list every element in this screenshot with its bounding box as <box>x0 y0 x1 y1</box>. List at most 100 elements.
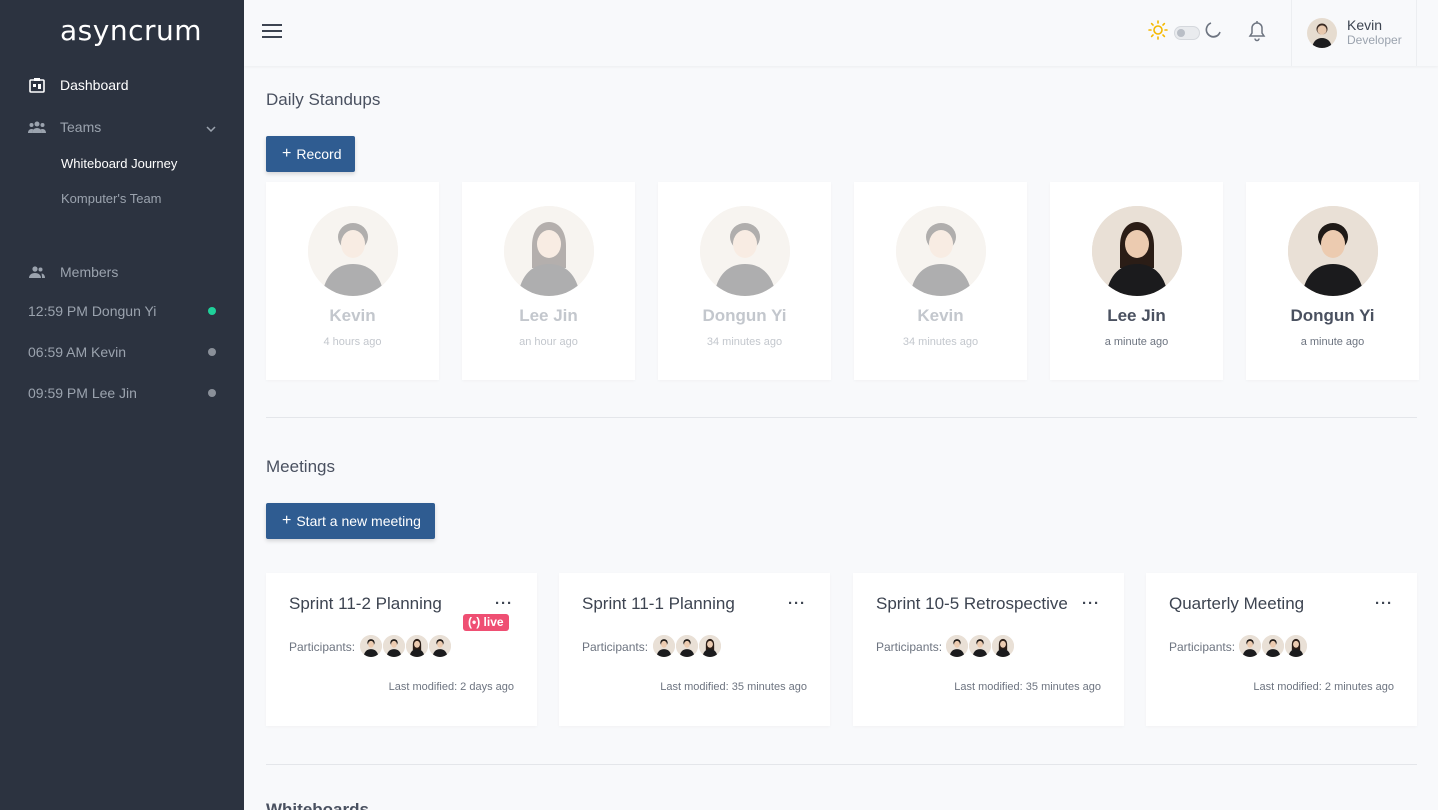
plus-icon: + <box>282 145 292 162</box>
sun-icon <box>1148 20 1168 45</box>
participant-avatar <box>1239 635 1261 657</box>
offline-status-indicator <box>208 389 216 397</box>
standup-author: Dongun Yi <box>702 306 787 325</box>
online-status-indicator <box>208 307 216 315</box>
section-divider <box>266 417 1417 418</box>
user-name: Kevin <box>1347 17 1383 33</box>
team-icon <box>28 118 46 136</box>
sidebar: asyncrum Dashboard Teams Whiteboard Jour… <box>0 0 244 810</box>
sidebar-team-whiteboard-journey[interactable]: Whiteboard Journey <box>61 156 177 171</box>
more-options-icon[interactable]: ··· <box>1375 595 1393 612</box>
user-menu[interactable]: Kevin Developer <box>1291 0 1417 66</box>
participant-avatar <box>429 635 451 657</box>
standup-card[interactable]: Kevin 34 minutes ago <box>854 182 1027 380</box>
meeting-card[interactable]: Quarterly Meeting ··· Participants: Last mo… <box>1146 573 1417 726</box>
avatar <box>896 206 986 296</box>
member-item[interactable]: 12:59 PM Dongun Yi <box>28 303 216 319</box>
standup-time: an hour ago <box>519 336 578 348</box>
participant-avatar <box>1285 635 1307 657</box>
member-label: 09:59 PM Lee Jin <box>28 385 137 401</box>
app-logo[interactable]: asyncrum <box>60 14 202 47</box>
avatar <box>1092 206 1182 296</box>
member-item[interactable]: 09:59 PM Lee Jin <box>28 385 216 401</box>
participants-list <box>653 635 722 657</box>
member-label: 12:59 PM Dongun Yi <box>28 303 157 319</box>
standup-card[interactable]: Lee Jin an hour ago <box>462 182 635 380</box>
broadcast-icon: (•) <box>468 615 484 629</box>
start-meeting-button[interactable]: + Start a new meeting <box>266 503 435 539</box>
record-button[interactable]: + Record <box>266 136 356 172</box>
more-options-icon[interactable]: ··· <box>495 595 513 612</box>
sidebar-team-komputers-team[interactable]: Komputer's Team <box>61 191 162 206</box>
participant-avatar <box>383 635 405 657</box>
participant-avatar <box>969 635 991 657</box>
meeting-title: Sprint 10-5 Retrospective <box>876 594 1068 613</box>
standup-time: 4 hours ago <box>323 336 382 348</box>
standup-time: a minute ago <box>1300 336 1365 348</box>
dashboard-icon <box>28 76 46 94</box>
participants-label: Participants: <box>289 640 356 654</box>
standup-author: Kevin <box>329 306 376 325</box>
sidebar-item-label: Dashboard <box>60 77 129 93</box>
avatar <box>1288 206 1378 296</box>
last-modified: Last modified: 2 minutes ago <box>1253 681 1394 693</box>
meetings-title: Meetings <box>266 457 335 476</box>
plus-icon: + <box>282 512 292 529</box>
participant-avatar <box>1262 635 1284 657</box>
theme-switcher <box>1148 20 1222 45</box>
standup-card[interactable]: Dongun Yi a minute ago <box>1246 182 1419 380</box>
avatar <box>1307 18 1337 48</box>
participants-list <box>360 635 452 657</box>
standup-card[interactable]: Kevin 4 hours ago <box>266 182 439 380</box>
avatar <box>504 206 594 296</box>
avatar <box>700 206 790 296</box>
sidebar-item-label: Teams <box>60 119 102 135</box>
meeting-card[interactable]: Sprint 10-5 Retrospective ··· Participants… <box>853 573 1124 726</box>
member-item[interactable]: 06:59 AM Kevin <box>28 344 216 360</box>
moon-icon <box>1204 21 1222 44</box>
participant-avatar <box>992 635 1014 657</box>
chevron-down-icon[interactable] <box>206 119 216 135</box>
members-icon <box>28 263 46 281</box>
bell-icon[interactable] <box>1247 20 1267 47</box>
last-modified: Last modified: 35 minutes ago <box>660 681 807 693</box>
live-label: live <box>483 615 504 629</box>
last-modified: Last modified: 2 days ago <box>388 681 514 693</box>
participants-label: Participants: <box>582 640 649 654</box>
standup-author: Kevin <box>917 306 964 325</box>
offline-status-indicator <box>208 348 216 356</box>
hamburger-icon[interactable] <box>262 24 282 40</box>
participant-avatar <box>406 635 428 657</box>
record-button-label: Record <box>296 146 342 162</box>
sidebar-item-members[interactable]: Members <box>28 263 118 281</box>
participant-avatar <box>699 635 721 657</box>
avatar <box>308 206 398 296</box>
participant-avatar <box>360 635 382 657</box>
sidebar-item-label: Members <box>60 264 119 280</box>
start-meeting-button-label: Start a new meeting <box>296 513 421 529</box>
sidebar-item-teams[interactable]: Teams <box>28 118 216 136</box>
standup-time: a minute ago <box>1104 336 1169 348</box>
more-options-icon[interactable]: ··· <box>788 595 806 612</box>
topbar: Kevin Developer <box>244 0 1438 66</box>
participants-label: Participants: <box>876 640 943 654</box>
section-divider <box>266 764 1417 765</box>
meeting-card[interactable]: Sprint 11-1 Planning ··· Participants: Last… <box>559 573 830 726</box>
participants-list <box>946 635 1015 657</box>
standup-card[interactable]: Dongun Yi 34 minutes ago <box>658 182 831 380</box>
sidebar-item-dashboard[interactable]: Dashboard <box>28 76 129 94</box>
meeting-card[interactable]: Sprint 11-2 Planning ··· (•) live Participa… <box>266 573 537 726</box>
standup-author: Dongun Yi <box>1290 306 1375 325</box>
more-options-icon[interactable]: ··· <box>1082 595 1100 612</box>
participant-avatar <box>653 635 675 657</box>
whiteboards-title: Whiteboards <box>266 800 369 810</box>
live-badge: (•) live <box>463 614 509 631</box>
theme-toggle[interactable] <box>1174 25 1200 40</box>
standup-time: 34 minutes ago <box>706 336 783 348</box>
participants-list <box>1239 635 1308 657</box>
participants-label: Participants: <box>1169 640 1236 654</box>
user-role: Developer <box>1347 33 1402 47</box>
meeting-title: Quarterly Meeting <box>1169 594 1305 613</box>
last-modified: Last modified: 35 minutes ago <box>954 681 1101 693</box>
standup-card[interactable]: Lee Jin a minute ago <box>1050 182 1223 380</box>
